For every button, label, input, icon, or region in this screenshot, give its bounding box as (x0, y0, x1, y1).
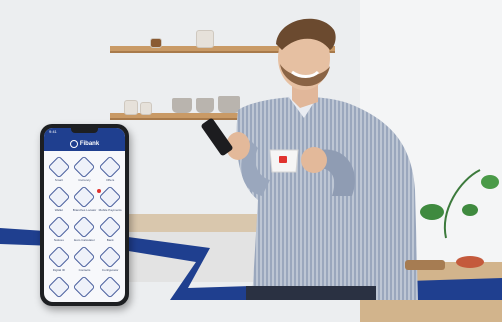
bank-logo-icon (69, 139, 78, 148)
menu-tile-contacts[interactable]: Contacts (73, 244, 97, 272)
info-icon (73, 275, 96, 299)
settings-icon (98, 275, 122, 299)
marketing-banner: 9:41 Fibank Smart Currency Offers Wallet… (0, 0, 502, 322)
tile-label: Smart (54, 178, 63, 182)
tile-label: Offers (106, 178, 115, 182)
tile-label: Digital ID (52, 268, 65, 272)
menu-tile-info[interactable] (73, 274, 97, 299)
gear-icon (98, 245, 122, 269)
menu-tile-notices[interactable]: Notices (47, 214, 71, 242)
menu-tile-settings[interactable] (98, 274, 122, 299)
menu-tile-offers[interactable]: Offers (98, 154, 122, 182)
tile-label: Mobile Payments (98, 208, 122, 212)
euro-icon (73, 215, 96, 239)
pin-icon (73, 185, 96, 209)
status-time: 9:41 (49, 129, 57, 134)
bank-icon (98, 215, 122, 239)
menu-tile-currency[interactable]: Currency (73, 154, 97, 182)
phone-notch (71, 128, 98, 133)
tile-label: Notices (53, 238, 64, 242)
menu-tile-euro[interactable]: Euro Calculator (73, 214, 97, 242)
menu-tile-digital-id[interactable]: Digital ID (47, 244, 71, 272)
menu-tile-bank[interactable]: Bank (98, 214, 122, 242)
grid-icon (47, 155, 71, 179)
phone-screen: 9:41 Fibank Smart Currency Offers Wallet… (44, 128, 125, 302)
menu-tile-smart[interactable]: Smart (47, 154, 71, 182)
wallet-icon (47, 185, 71, 209)
menu-tile-branches[interactable]: Branches Locator (73, 184, 97, 212)
menu-tile-wallet[interactable]: Wallet (47, 184, 71, 212)
tile-label: Euro Calculator (74, 238, 95, 242)
help-icon (47, 275, 71, 299)
menu-tile-mobile-payments[interactable]: Mobile Payments (98, 184, 122, 212)
tile-label: Currency (78, 178, 91, 182)
bell-icon (47, 215, 71, 239)
notification-badge (97, 189, 101, 193)
menu-grid: Smart Currency Offers Wallet Branches Lo… (47, 154, 122, 299)
brand-name: Fibank (79, 140, 100, 147)
tag-icon (98, 155, 122, 179)
tile-label: Branches Locator (72, 208, 97, 212)
tile-label: Bank (106, 238, 114, 242)
card-icon (98, 185, 122, 209)
menu-tile-help[interactable] (47, 274, 71, 299)
tile-label: Configurator (101, 268, 119, 272)
tile-label: Contacts (78, 268, 91, 272)
menu-tile-configurator[interactable]: Configurator (98, 244, 122, 272)
id-icon (47, 245, 71, 269)
phone-mockup: 9:41 Fibank Smart Currency Offers Wallet… (40, 124, 129, 306)
tile-label: Wallet (54, 208, 63, 212)
exchange-icon (73, 155, 96, 179)
app-header: Fibank (44, 136, 125, 151)
phone-icon (73, 245, 96, 269)
